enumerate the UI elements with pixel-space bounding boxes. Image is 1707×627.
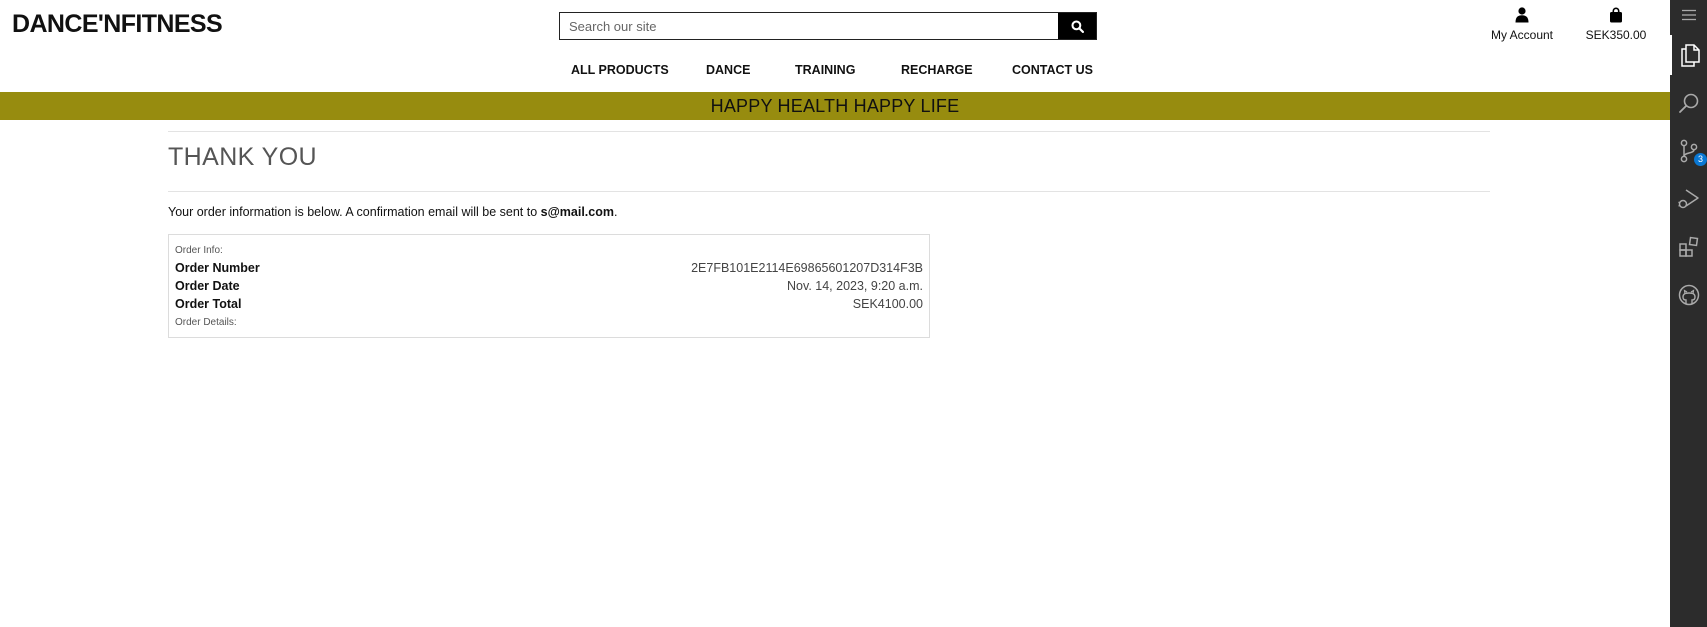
activity-bar: 3 [1670, 0, 1707, 627]
source-control-badge: 3 [1694, 153, 1707, 166]
order-info-card: Order Info: Order Number 2E7FB101E2114E6… [168, 234, 930, 338]
search-bar [559, 12, 1097, 40]
shopping-bag-icon [1610, 7, 1622, 23]
extensions-icon [1678, 236, 1698, 257]
confirmation-email: s@mail.com [540, 205, 614, 219]
run-debug-button[interactable] [1670, 179, 1707, 219]
search-icon [1070, 19, 1084, 33]
search-input[interactable] [560, 13, 1058, 39]
extensions-button[interactable] [1670, 227, 1707, 267]
search-view-button[interactable] [1670, 83, 1707, 123]
order-number-row: Order Number 2E7FB101E2114E69865601207D3… [175, 261, 923, 275]
github-icon [1678, 284, 1699, 306]
order-total-value: SEK4100.00 [852, 297, 923, 311]
menu-button[interactable] [1670, 4, 1707, 26]
my-account-label: My Account [1490, 28, 1554, 42]
search-icon [1678, 93, 1698, 113]
page-title: THANK YOU [168, 143, 317, 171]
confirmation-end: . [613, 205, 618, 219]
confirmation-message: Your order information is below. A confi… [168, 205, 541, 219]
explorer-button[interactable] [1670, 35, 1707, 75]
nav-recharge[interactable]: RECHARGE [901, 63, 973, 77]
order-date-value: Nov. 14, 2023, 9:20 a.m. [787, 279, 923, 293]
order-total-row: Order Total SEK4100.00 [175, 297, 923, 311]
nav-contact-us[interactable]: CONTACT US [1012, 63, 1093, 77]
order-date-label: Order Date [175, 279, 240, 293]
search-button[interactable] [1058, 13, 1096, 39]
source-control-button[interactable]: 3 [1670, 131, 1707, 171]
my-account-link[interactable]: My Account [1480, 7, 1564, 42]
menu-icon [1681, 9, 1696, 21]
bag-total: SEK350.00 [1585, 28, 1647, 42]
nav-training[interactable]: TRAINING [795, 63, 855, 77]
promo-banner: HAPPY HEALTH HAPPY LIFE [0, 92, 1670, 120]
run-debug-icon [1677, 189, 1699, 209]
order-date-row: Order Date Nov. 14, 2023, 9:20 a.m. [175, 279, 923, 293]
confirmation-text: Your order information is below. A confi… [168, 205, 617, 219]
user-icon [1515, 7, 1529, 23]
main-nav: ALL PRODUCTS DANCE TRAINING RECHARGE CON… [0, 63, 1670, 79]
divider [168, 191, 1490, 192]
order-info-label: Order Info: [175, 245, 223, 256]
nav-all-products[interactable]: ALL PRODUCTS [571, 63, 669, 77]
order-total-label: Order Total [175, 297, 242, 311]
shopping-bag-link[interactable]: SEK350.00 [1578, 7, 1654, 42]
order-number-label: Order Number [175, 261, 260, 275]
explorer-icon [1680, 44, 1700, 67]
order-number-value: 2E7FB101E2114E69865601207D314F3B [691, 261, 923, 275]
divider [168, 131, 1490, 132]
site-logo[interactable]: DANCE'NFITNESS [12, 10, 223, 39]
github-button[interactable] [1670, 275, 1707, 315]
order-details-label: Order Details: [175, 317, 237, 328]
nav-dance[interactable]: DANCE [706, 63, 750, 77]
